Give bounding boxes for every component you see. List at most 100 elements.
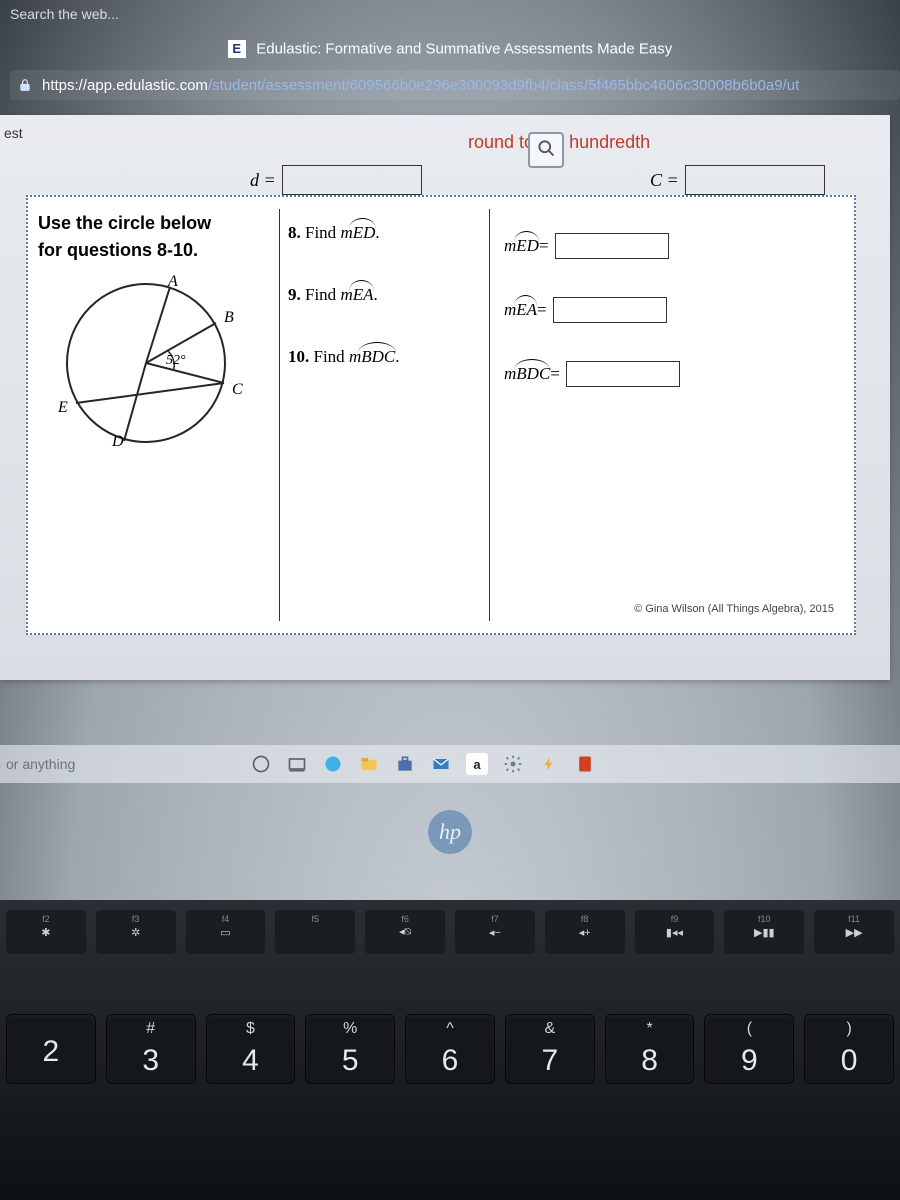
keyboard: f2✱f3✲f4▭f5f6◂⍉f7◂−f8◂+f9▮◂◂f10▶▮▮f11▶▶ … (0, 900, 900, 1200)
vertex-d: D (112, 433, 124, 451)
heading-line-1: Use the circle below (38, 213, 273, 234)
function-key-row: f2✱f3✲f4▭f5f6◂⍉f7◂−f8◂+f9▮◂◂f10▶▮▮f11▶▶ (0, 900, 900, 964)
ans10-eq: = (550, 364, 560, 384)
d-label: d = (250, 170, 276, 191)
store-icon[interactable] (394, 753, 416, 775)
active-tab-title[interactable]: E Edulastic: Formative and Summative Ass… (0, 40, 900, 58)
vertex-a: A (168, 273, 178, 291)
q9-text: Find (305, 285, 340, 304)
q8-text: Find (305, 223, 340, 242)
function-key-f3[interactable]: f3✲ (96, 910, 176, 954)
number-key-row: 2#3$4%5^6&7*8(9)0 (0, 964, 900, 1094)
question-8: 8. Find mED. (288, 223, 481, 243)
taskbar-tray: a (250, 753, 596, 775)
function-key-f11[interactable]: f11▶▶ (814, 910, 894, 954)
url-bar[interactable]: https://app.edulastic.com/student/assess… (10, 70, 900, 100)
vertex-c: C (232, 381, 243, 399)
function-key-f2[interactable]: f2✱ (6, 910, 86, 954)
hp-branding: hp (0, 810, 900, 854)
browser-tab-strip: Search the web... (0, 0, 900, 30)
angle-52: 52° (166, 353, 186, 369)
question-9: 9. Find mEA. (288, 285, 481, 305)
answer-box-d[interactable] (282, 165, 422, 195)
q8-suffix: . (375, 223, 379, 242)
ans9-eq: = (537, 300, 547, 320)
inactive-tab[interactable]: Search the web... (0, 2, 129, 28)
column-answers: mED = mEA = mBDC = © Gina Wilson (All Th… (490, 209, 844, 621)
copyright-text: © Gina Wilson (All Things Algebra), 2015 (634, 603, 834, 615)
circle-lines (56, 273, 242, 459)
breadcrumb[interactable]: est (0, 123, 27, 143)
cortana-icon[interactable] (250, 753, 272, 775)
q9-var: mEA (340, 285, 373, 305)
number-key-9[interactable]: (9 (704, 1014, 794, 1084)
hp-logo-icon: hp (428, 810, 472, 854)
office-icon[interactable] (574, 753, 596, 775)
url-path: /student/assessment/609566b0e296e300093d… (208, 77, 799, 94)
worksheet: round to the hundredth Use the circle be… (26, 195, 856, 635)
circle-figure: A B C D E 52° (56, 273, 242, 459)
column-circle: Use the circle below for questions 8-10. (38, 209, 280, 621)
mail-icon[interactable] (430, 753, 452, 775)
file-explorer-icon[interactable] (358, 753, 380, 775)
answer-box-c[interactable] (685, 165, 825, 195)
c-label: C = (650, 170, 679, 191)
function-key-f8[interactable]: f8◂+ (545, 910, 625, 954)
number-key-4[interactable]: $4 (206, 1014, 296, 1084)
function-key-f4[interactable]: f4▭ (186, 910, 266, 954)
taskview-icon[interactable] (286, 753, 308, 775)
answer-d-equals: d = (250, 165, 422, 195)
worksheet-grid: Use the circle below for questions 8-10. (38, 209, 844, 621)
vertex-e: E (58, 399, 68, 417)
edge-icon[interactable] (322, 753, 344, 775)
answer-row-8: mED = (504, 233, 844, 259)
number-key-6[interactable]: ^6 (405, 1014, 495, 1084)
number-key-2[interactable]: 2 (6, 1014, 96, 1084)
url-host: https://app.edulastic.com (42, 77, 208, 94)
number-key-7[interactable]: &7 (505, 1014, 595, 1084)
q10-var: mBDC (349, 347, 395, 367)
favicon-icon: E (228, 40, 246, 58)
page-content: est d = C = round to the hundredth Use t… (0, 115, 890, 680)
q9-number: 9. (288, 285, 301, 304)
search-icon (536, 138, 556, 163)
answer-row-10: mBDC = (504, 361, 844, 387)
search-button[interactable] (528, 132, 564, 168)
taskbar-search-input[interactable]: or anything (6, 756, 75, 772)
q9-suffix: . (373, 285, 377, 304)
power-icon[interactable] (538, 753, 560, 775)
q10-text: Find (314, 347, 349, 366)
number-key-5[interactable]: %5 (305, 1014, 395, 1084)
number-key-0[interactable]: )0 (804, 1014, 894, 1084)
ans8-var: mED (504, 236, 539, 256)
answer-box-mea[interactable] (553, 297, 667, 323)
vertex-b: B (224, 309, 234, 327)
q10-number: 10. (288, 347, 309, 366)
lock-icon (18, 78, 32, 92)
answer-row-9: mEA = (504, 297, 844, 323)
function-key-f10[interactable]: f10▶▮▮ (724, 910, 804, 954)
heading-line-2: for questions 8-10. (38, 240, 273, 261)
answer-box-mbdc[interactable] (566, 361, 680, 387)
q8-number: 8. (288, 223, 301, 242)
taskbar: or anything a (0, 745, 900, 783)
q10-suffix: . (395, 347, 399, 366)
page-title: Edulastic: Formative and Summative Asses… (256, 41, 672, 58)
amazon-icon[interactable]: a (466, 753, 488, 775)
function-key-f6[interactable]: f6◂⍉ (365, 910, 445, 954)
number-key-8[interactable]: *8 (605, 1014, 695, 1084)
screen: Search the web... E Edulastic: Formative… (0, 0, 900, 1200)
answer-c-equals: C = (650, 165, 825, 195)
function-key-f5[interactable]: f5 (275, 910, 355, 954)
ans8-eq: = (539, 236, 549, 256)
number-key-3[interactable]: #3 (106, 1014, 196, 1084)
q8-var: mED (340, 223, 375, 243)
column-questions: 8. Find mED. 9. Find mEA. 10. Find mBDC. (280, 209, 490, 621)
ans10-var: mBDC (504, 364, 550, 384)
function-key-f7[interactable]: f7◂− (455, 910, 535, 954)
ans9-var: mEA (504, 300, 537, 320)
answer-box-med[interactable] (555, 233, 669, 259)
question-10: 10. Find mBDC. (288, 347, 481, 367)
function-key-f9[interactable]: f9▮◂◂ (635, 910, 715, 954)
settings-icon[interactable] (502, 753, 524, 775)
